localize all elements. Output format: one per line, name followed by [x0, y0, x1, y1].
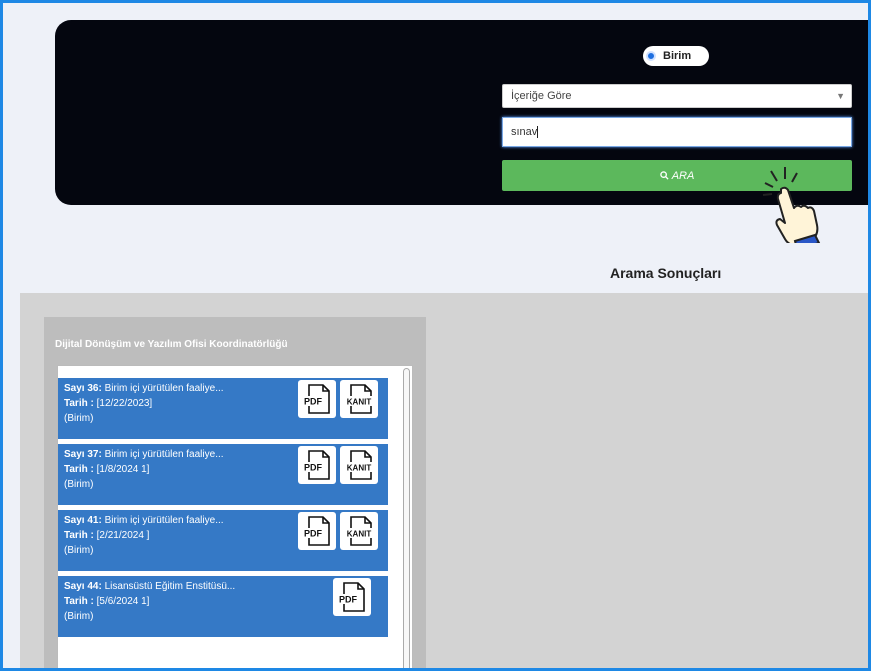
- result-date-label: Tarih :: [64, 398, 94, 409]
- search-input-value: sınav: [511, 126, 538, 138]
- result-date: [2/21/2024 ]: [96, 530, 150, 541]
- kanit-icon[interactable]: KANIT: [340, 446, 378, 484]
- svg-text:KANIT: KANIT: [347, 464, 372, 473]
- results-area: Dijital Dönüşüm ve Yazılım Ofisi Koordin…: [20, 293, 868, 668]
- birim-radio[interactable]: Birim: [643, 46, 709, 66]
- svg-text:PDF: PDF: [339, 595, 358, 605]
- svg-text:KANIT: KANIT: [347, 530, 372, 539]
- results-title: Arama Sonuçları: [610, 265, 722, 281]
- result-subject: Lisansüstü Eğitim Enstitüsü...: [104, 581, 236, 592]
- result-date: [12/22/2023]: [96, 398, 153, 409]
- result-number-label: Sayı 37:: [64, 449, 102, 460]
- radio-dot-icon: [646, 51, 656, 61]
- result-subject: Birim içi yürütülen faaliye...: [104, 515, 224, 526]
- svg-text:KANIT: KANIT: [347, 398, 372, 407]
- result-date: [5/6/2024 1]: [96, 596, 150, 607]
- result-item[interactable]: Sayı 37: Birim içi yürütülen faaliye... …: [58, 444, 388, 505]
- pdf-icon[interactable]: PDF: [298, 512, 336, 550]
- search-panel: Birim İçeriğe Göre ▼ sınav ARA: [55, 20, 868, 205]
- pdf-icon[interactable]: PDF: [298, 380, 336, 418]
- hand-pointer-icon: [762, 167, 821, 243]
- radio-label: Birim: [663, 50, 692, 62]
- search-button-label: ARA: [671, 169, 695, 182]
- search-icon: [659, 171, 669, 180]
- kanit-icon[interactable]: KANIT: [340, 512, 378, 550]
- app-frame: Birim İçeriğe Göre ▼ sınav ARA Arama Son…: [0, 0, 871, 671]
- pdf-icon[interactable]: PDF: [333, 578, 371, 616]
- search-type-select[interactable]: İçeriğe Göre ▼: [502, 84, 852, 108]
- kanit-icon[interactable]: KANIT: [340, 380, 378, 418]
- results-list-container: Sayı 36: Birim içi yürütülen faaliye... …: [57, 365, 413, 668]
- result-date: [1/8/2024 1]: [96, 464, 150, 475]
- result-number-label: Sayı 41:: [64, 515, 102, 526]
- svg-text:PDF: PDF: [304, 463, 323, 473]
- result-date-label: Tarih :: [64, 530, 94, 541]
- svg-text:PDF: PDF: [304, 397, 323, 407]
- scrollbar[interactable]: [403, 368, 410, 668]
- result-subject: Birim içi yürütülen faaliye...: [104, 449, 224, 460]
- svg-text:PDF: PDF: [304, 529, 323, 539]
- result-date-label: Tarih :: [64, 596, 94, 607]
- result-item[interactable]: Sayı 36: Birim içi yürütülen faaliye... …: [58, 378, 388, 439]
- result-number-label: Sayı 44:: [64, 581, 102, 592]
- search-input[interactable]: sınav: [502, 117, 852, 147]
- select-value: İçeriğe Göre: [511, 90, 572, 102]
- panel-header: Dijital Dönüşüm ve Yazılım Ofisi Koordin…: [55, 339, 288, 350]
- pdf-icon[interactable]: PDF: [298, 446, 336, 484]
- chevron-down-icon: ▼: [836, 91, 845, 101]
- result-number-label: Sayı 36:: [64, 383, 102, 394]
- result-item[interactable]: Sayı 41: Birim içi yürütülen faaliye... …: [58, 510, 388, 571]
- text-caret: [537, 126, 539, 139]
- results-panel: Dijital Dönüşüm ve Yazılım Ofisi Koordin…: [44, 317, 426, 668]
- result-date-label: Tarih :: [64, 464, 94, 475]
- result-subject: Birim içi yürütülen faaliye...: [104, 383, 224, 394]
- result-item[interactable]: Sayı 44: Lisansüstü Eğitim Enstitüsü... …: [58, 576, 388, 637]
